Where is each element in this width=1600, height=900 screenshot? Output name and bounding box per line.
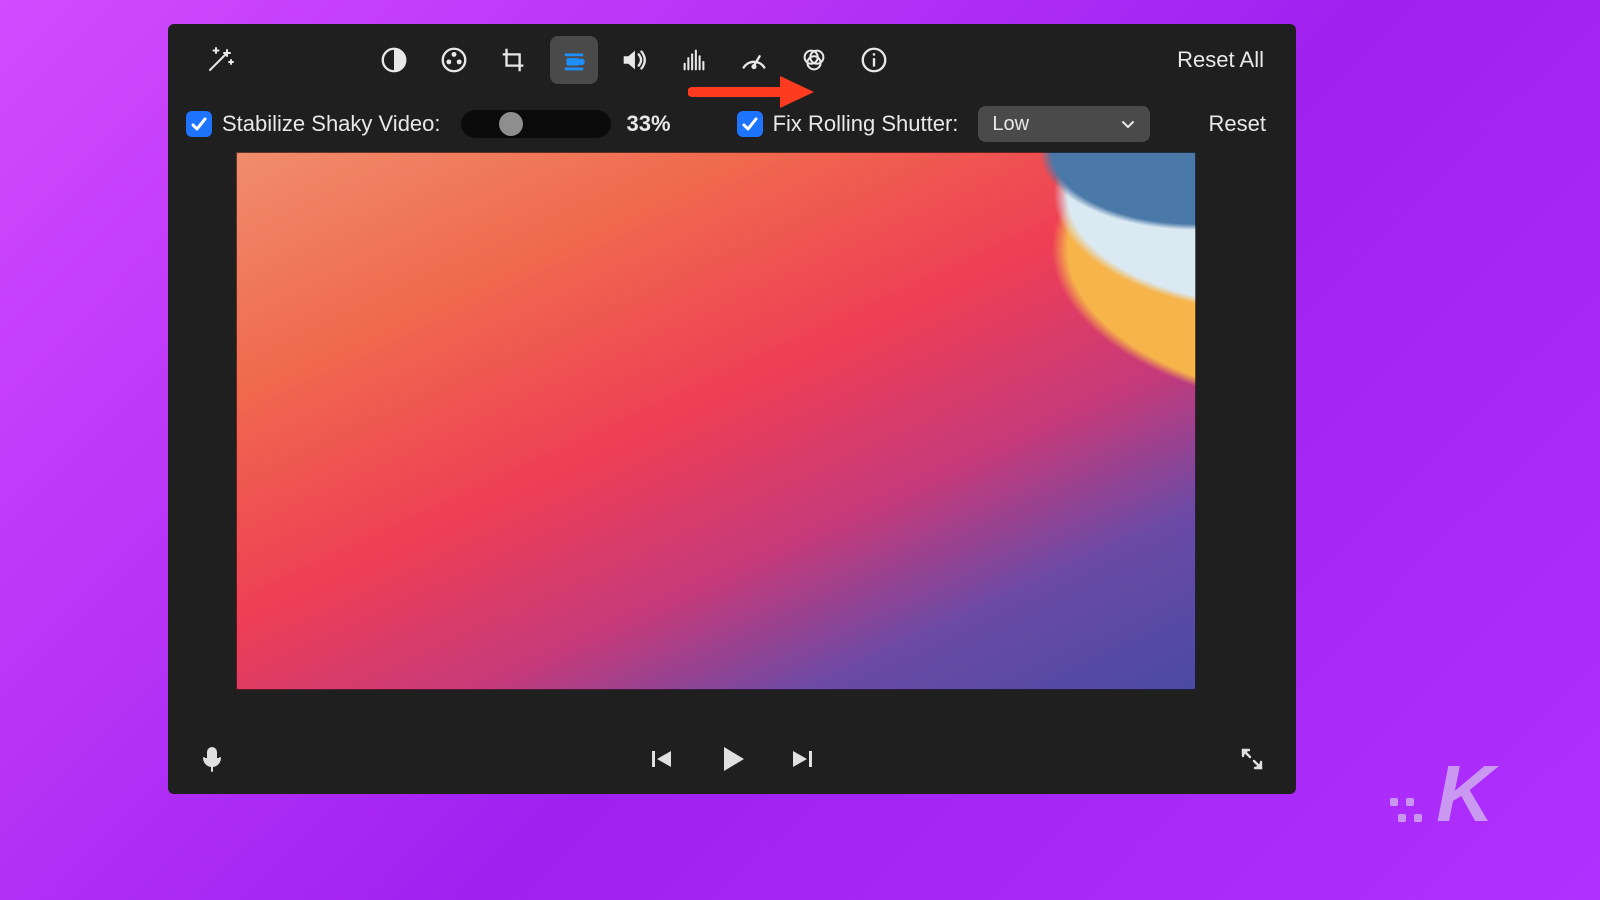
toolbar: Reset All [168, 24, 1296, 96]
stabilize-slider[interactable] [461, 110, 611, 138]
stabilization-icon[interactable] [550, 36, 598, 84]
rolling-shutter-checkbox[interactable] [737, 111, 763, 137]
stabilize-label: Stabilize Shaky Video: [222, 111, 441, 137]
preview-area [168, 152, 1296, 724]
rolling-shutter-select[interactable]: Low [978, 106, 1150, 142]
stabilize-checkbox[interactable] [186, 111, 212, 137]
reset-button[interactable]: Reset [1209, 111, 1266, 137]
magic-wand-icon[interactable] [196, 36, 244, 84]
video-preview [236, 152, 1196, 690]
volume-icon[interactable] [610, 36, 658, 84]
color-correction-icon[interactable] [430, 36, 478, 84]
speed-icon[interactable] [730, 36, 778, 84]
options-row: Stabilize Shaky Video: 33% Fix Rolling S… [168, 96, 1296, 152]
watermark-letter: K [1436, 748, 1490, 840]
slider-thumb[interactable] [499, 112, 523, 136]
color-balance-icon[interactable] [370, 36, 418, 84]
crop-icon[interactable] [490, 36, 538, 84]
play-icon[interactable] [714, 741, 750, 777]
inspector-panel: Reset All Stabilize Shaky Video: 33% Fix… [168, 24, 1296, 794]
info-icon[interactable] [850, 36, 898, 84]
toolbar-tabs [364, 36, 904, 84]
noise-reduction-icon[interactable] [670, 36, 718, 84]
watermark-logo: K [1384, 748, 1490, 840]
reset-all-button[interactable]: Reset All [1177, 47, 1264, 73]
microphone-icon[interactable] [194, 741, 230, 777]
rolling-shutter-value: Low [992, 113, 1029, 136]
color-filter-icon[interactable] [790, 36, 838, 84]
previous-icon[interactable] [644, 741, 680, 777]
rolling-shutter-label: Fix Rolling Shutter: [773, 111, 959, 137]
chevron-down-icon [1120, 116, 1136, 132]
stabilize-percent: 33% [627, 111, 671, 137]
fullscreen-icon[interactable] [1234, 741, 1270, 777]
next-icon[interactable] [784, 741, 820, 777]
playback-controls [168, 724, 1296, 794]
